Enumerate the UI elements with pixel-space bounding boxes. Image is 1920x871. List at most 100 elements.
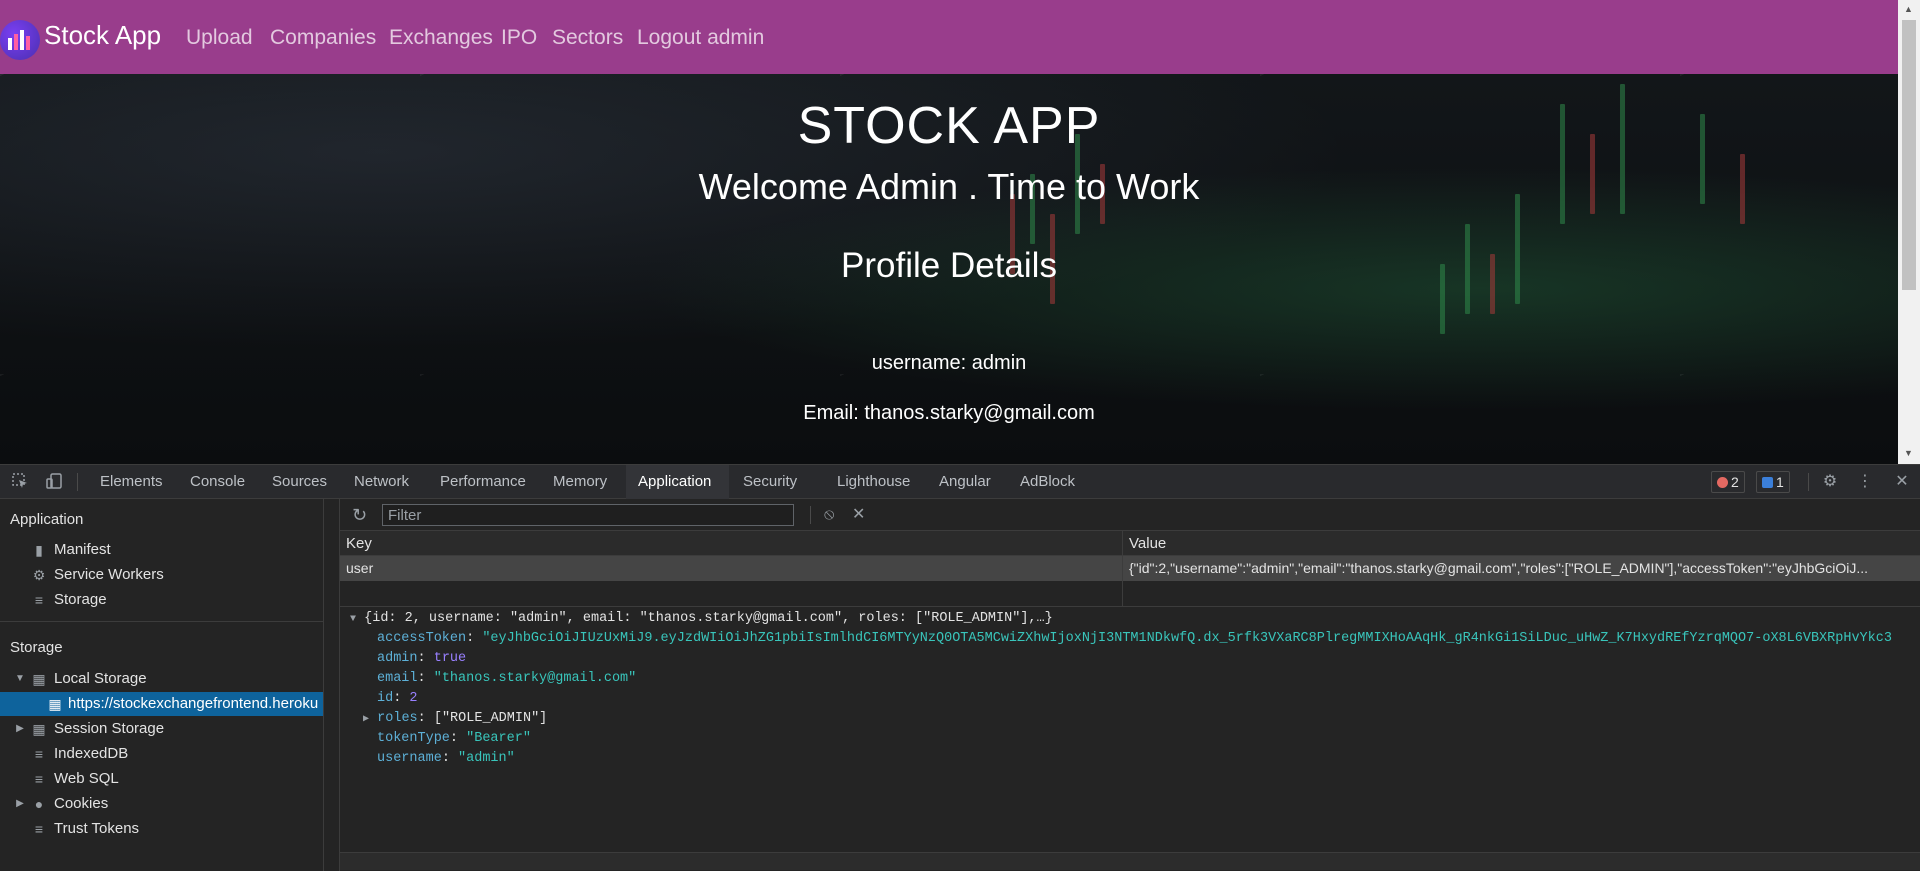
preview-summary: {id: 2, username: "admin", email: "thano…: [364, 611, 1053, 626]
page-scrollbar[interactable]: ▲ ▼: [1898, 0, 1920, 464]
tab-performance[interactable]: Performance: [428, 465, 538, 499]
property-key: roles: [377, 711, 418, 726]
clear-all-icon[interactable]: ⦸: [824, 504, 844, 526]
delete-selected-icon[interactable]: ✕: [852, 504, 872, 526]
property-key: admin: [377, 651, 418, 666]
tab-console[interactable]: Console: [178, 465, 257, 499]
sidebar-item-local-storage[interactable]: ▼ ▦ Local Storage: [0, 667, 323, 691]
row-value-cell[interactable]: {"id":2,"username":"admin","email":"than…: [1123, 556, 1920, 581]
scroll-down-arrow-icon[interactable]: ▼: [1904, 448, 1913, 458]
tab-sources[interactable]: Sources: [260, 465, 339, 499]
sidebar-item-storage[interactable]: ≡ Storage: [0, 588, 323, 612]
devtools-tabbar: Elements Console Sources Network Perform…: [0, 465, 1920, 499]
sidebar-item-indexeddb[interactable]: ≡ IndexedDB: [0, 742, 323, 766]
table-row[interactable]: user {"id":2,"username":"admin","email":…: [340, 556, 1920, 581]
sidebar-item-web-sql[interactable]: ≡ Web SQL: [0, 767, 323, 791]
tab-lighthouse[interactable]: Lighthouse: [825, 465, 922, 499]
close-devtools-icon[interactable]: ✕: [1892, 472, 1912, 492]
preview-summary-line[interactable]: ▼ {id: 2, username: "admin", email: "tha…: [350, 609, 1053, 629]
tabbar-divider: [1808, 473, 1809, 491]
nav-link-ipo[interactable]: IPO: [501, 26, 537, 50]
page-scrollbar-thumb[interactable]: [1902, 20, 1916, 290]
tab-memory[interactable]: Memory: [541, 465, 619, 499]
error-icon: [1717, 477, 1728, 488]
sidebar-item-label: Web SQL: [54, 770, 119, 787]
preview-admin-line: admin: true: [377, 651, 467, 666]
property-key: id: [377, 691, 394, 706]
web-page: Stock App Upload Companies Exchanges IPO…: [0, 0, 1898, 464]
cookie-icon: ●: [34, 796, 44, 812]
table-icon: ▦: [32, 721, 46, 737]
error-count: 2: [1731, 474, 1739, 490]
nav-link-sectors[interactable]: Sectors: [552, 26, 623, 50]
sidebar-item-trust-tokens[interactable]: ≡ Trust Tokens: [0, 817, 323, 841]
nav-link-logout[interactable]: Logout admin: [637, 26, 764, 50]
property-value: ["ROLE_ADMIN"]: [433, 711, 548, 726]
sidebar-divider: [0, 621, 323, 622]
brand-name[interactable]: Stock App: [44, 20, 161, 51]
collapsed-triangle-icon[interactable]: ▶: [14, 792, 26, 816]
sidebar-item-label: Local Storage: [54, 670, 147, 687]
message-icon: [1762, 477, 1773, 488]
property-value: "thanos.starky@gmail.com": [433, 671, 637, 686]
sidebar-header-application: Application: [10, 511, 84, 528]
nav-link-exchanges[interactable]: Exchanges: [389, 26, 493, 50]
nav-link-companies[interactable]: Companies: [270, 26, 376, 50]
sidebar-resizer[interactable]: [324, 499, 340, 871]
value-preview: ▼ {id: 2, username: "admin", email: "tha…: [340, 609, 1920, 839]
message-count: 1: [1776, 474, 1784, 490]
preview-horizontal-scrollbar[interactable]: [340, 852, 1920, 870]
sidebar-item-local-storage-origin[interactable]: ▦ https://stockexchangefrontend.heroku: [0, 692, 323, 716]
tab-adblock[interactable]: AdBlock: [1008, 465, 1087, 499]
profile-username: username: admin: [871, 352, 1027, 374]
property-key: email: [377, 671, 418, 686]
column-header-key[interactable]: Key: [340, 531, 1123, 556]
preview-email-line: email: "thanos.starky@gmail.com": [377, 671, 637, 686]
hero-title: STOCK APP: [797, 97, 1101, 155]
preview-token-type-line: tokenType: "Bearer": [377, 731, 531, 746]
tab-application[interactable]: Application: [626, 465, 729, 499]
scroll-up-arrow-icon[interactable]: ▲: [1904, 4, 1913, 14]
tab-angular[interactable]: Angular: [927, 465, 1003, 499]
row-key-cell[interactable]: user: [340, 556, 1123, 581]
sidebar-item-label: https://stockexchangefrontend.heroku: [68, 695, 319, 712]
property-value: "eyJhbGciOiJIUzUxMiJ9.eyJzdWIiOiJhZG1pbi…: [482, 631, 1892, 646]
filter-input[interactable]: [382, 504, 794, 526]
sidebar-item-service-workers[interactable]: ⚙ Service Workers: [0, 563, 323, 587]
refresh-icon[interactable]: ↻: [352, 504, 372, 526]
nav-link-upload[interactable]: Upload: [186, 26, 253, 50]
device-toolbar-icon[interactable]: [44, 472, 64, 492]
table-icon: ▦: [48, 696, 62, 712]
brand-logo-icon[interactable]: [0, 20, 40, 60]
tab-elements[interactable]: Elements: [88, 465, 175, 499]
empty-table-row[interactable]: [340, 581, 1920, 607]
sidebar-item-cookies[interactable]: ▶ ● Cookies: [0, 792, 323, 816]
collapsed-triangle-icon[interactable]: ▶: [363, 714, 369, 725]
sidebar-header-storage: Storage: [10, 639, 63, 656]
database-icon: ≡: [34, 592, 44, 608]
expanded-triangle-icon[interactable]: ▼: [350, 614, 356, 625]
error-count-badge[interactable]: 2: [1711, 471, 1745, 493]
sidebar-item-manifest[interactable]: ▮ Manifest: [0, 538, 323, 562]
column-header-value[interactable]: Value: [1123, 531, 1920, 556]
table-icon: ▦: [32, 671, 46, 687]
message-count-badge[interactable]: 1: [1756, 471, 1790, 493]
sidebar-item-session-storage[interactable]: ▶ ▦ Session Storage: [0, 717, 323, 741]
tab-network[interactable]: Network: [342, 465, 421, 499]
column-divider: [1122, 531, 1123, 607]
preview-access-token-line: accessToken: "eyJhbGciOiJIUzUxMiJ9.eyJzd…: [377, 631, 1892, 646]
settings-gear-icon[interactable]: ⚙: [1820, 472, 1840, 492]
expanded-triangle-icon[interactable]: ▼: [14, 667, 26, 691]
preview-roles-line[interactable]: ▶ roles: ["ROLE_ADMIN"]: [363, 709, 547, 729]
preview-username-line: username: "admin": [377, 751, 515, 766]
property-key: accessToken: [377, 631, 467, 646]
collapsed-triangle-icon[interactable]: ▶: [14, 717, 26, 741]
property-key: username: [377, 751, 442, 766]
more-options-icon[interactable]: ⋮: [1855, 472, 1875, 492]
welcome-message: Welcome Admin . Time to Work: [698, 166, 1200, 207]
tab-security[interactable]: Security: [731, 465, 809, 499]
application-sidebar: Application ▮ Manifest ⚙ Service Workers…: [0, 499, 324, 871]
inspect-element-icon[interactable]: [10, 472, 30, 492]
sidebar-item-label: Cookies: [54, 795, 109, 812]
property-value: true: [433, 651, 467, 666]
